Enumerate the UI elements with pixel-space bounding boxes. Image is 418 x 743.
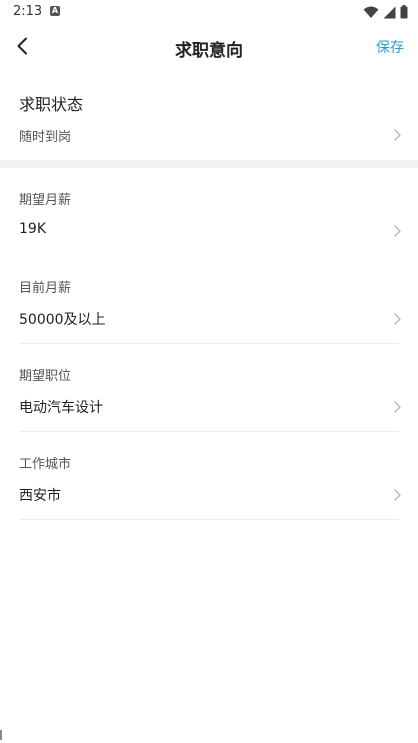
field-label: 期望职位 xyxy=(19,369,72,384)
save-button[interactable]: 保存 xyxy=(376,37,404,57)
job-status-row[interactable]: 随时到岗 xyxy=(0,120,418,150)
field-work-city[interactable]: 工作城市 西安市 xyxy=(0,432,418,520)
chevron-right-icon xyxy=(394,401,401,413)
divider xyxy=(19,519,399,520)
chevron-right-icon xyxy=(394,313,401,325)
field-label: 期望月薪 xyxy=(19,193,72,208)
job-status-value: 随时到岗 xyxy=(19,130,72,145)
battery-icon xyxy=(400,5,408,19)
chevron-right-icon xyxy=(394,489,401,501)
notification-icon: A xyxy=(50,6,60,16)
chevron-right-icon xyxy=(394,225,401,237)
header: 求职意向 保存 xyxy=(0,24,418,70)
field-value: 19K xyxy=(19,221,46,237)
status-bar: 2:13 A xyxy=(0,0,418,24)
section-separator xyxy=(0,160,418,168)
chevron-right-icon xyxy=(394,129,401,141)
field-value: 西安市 xyxy=(19,488,61,504)
field-expected-salary[interactable]: 期望月薪 19K xyxy=(0,168,418,256)
page-title: 求职意向 xyxy=(175,41,243,61)
screen-edge-mark xyxy=(0,730,2,740)
wifi-icon xyxy=(363,6,379,18)
field-expected-position[interactable]: 期望职位 电动汽车设计 xyxy=(0,344,418,432)
status-icons xyxy=(363,5,408,19)
field-label: 目前月薪 xyxy=(19,281,72,296)
field-current-salary[interactable]: 目前月薪 50000及以上 xyxy=(0,256,418,344)
job-status-section: 求职状态 随时到岗 xyxy=(0,70,418,160)
field-value: 50000及以上 xyxy=(19,312,106,328)
signal-icon xyxy=(383,6,396,18)
field-value: 电动汽车设计 xyxy=(19,400,103,416)
job-status-heading: 求职状态 xyxy=(19,95,84,114)
status-time: 2:13 xyxy=(13,4,43,19)
field-label: 工作城市 xyxy=(19,457,72,472)
